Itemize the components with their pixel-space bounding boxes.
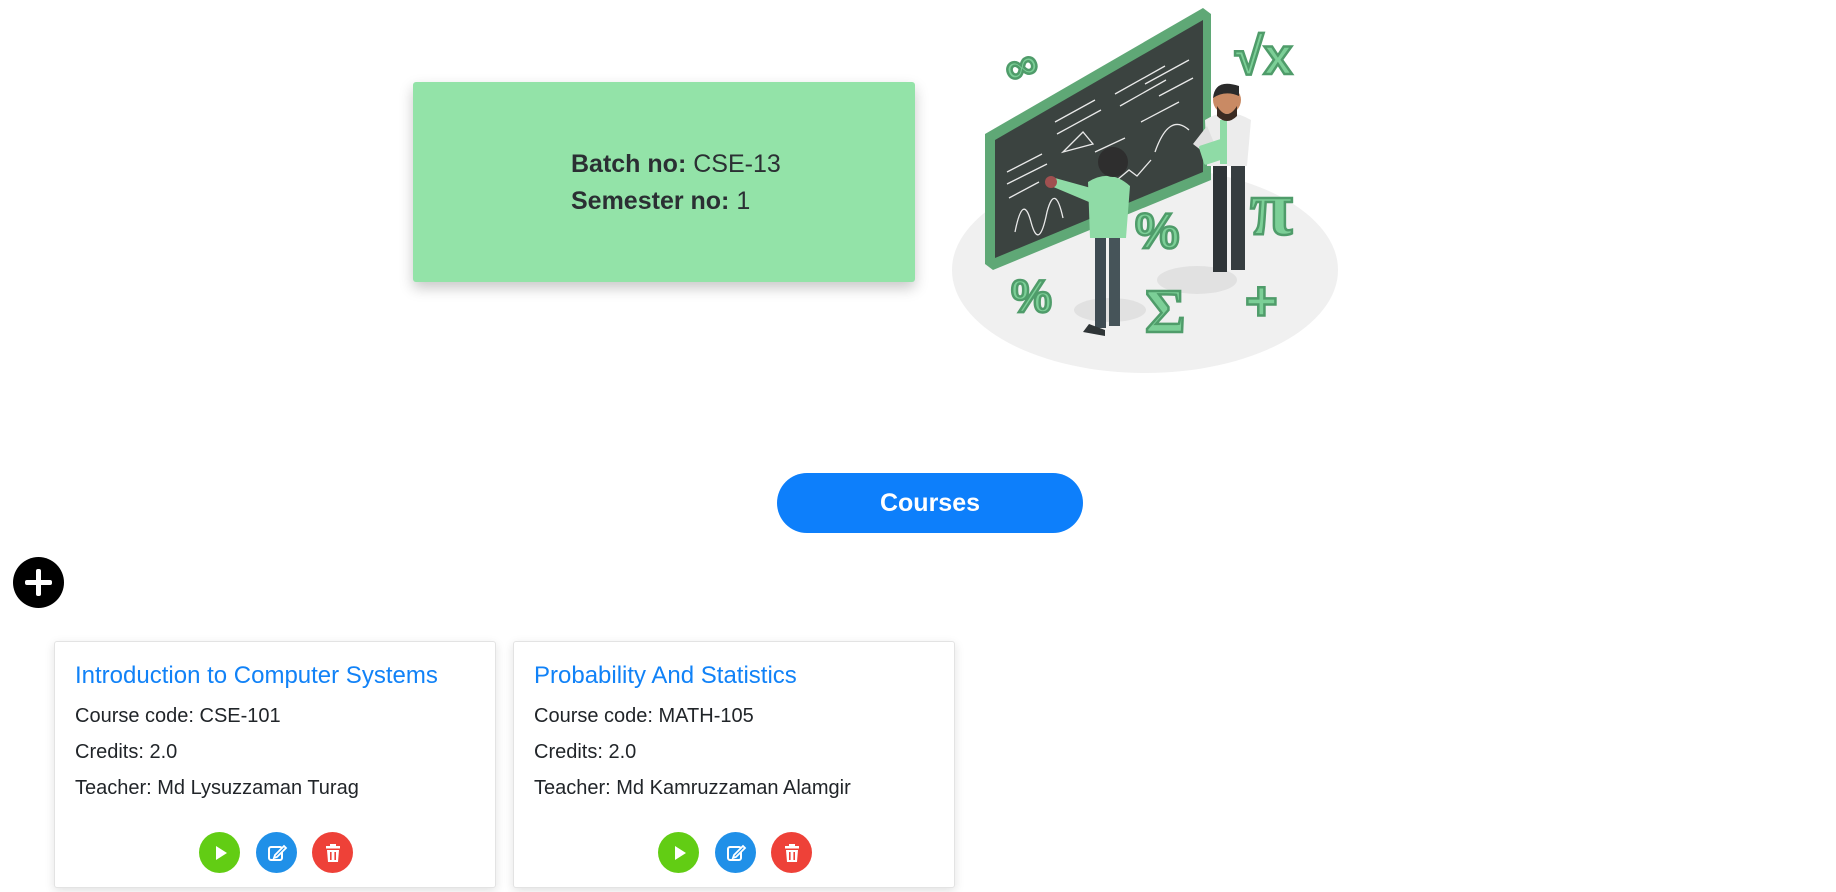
course-code: Course code: MATH-105 (534, 705, 754, 727)
edit-course-button[interactable] (256, 832, 297, 873)
edit-course-button[interactable] (715, 832, 756, 873)
start-course-button[interactable] (199, 832, 240, 873)
play-icon (674, 845, 686, 860)
batch-value: CSE-13 (693, 150, 781, 178)
svg-text:%: % (1011, 270, 1052, 322)
svg-text:Σ: Σ (1145, 278, 1186, 346)
svg-text:%: % (1135, 203, 1179, 259)
semester-label: Semester no: (571, 187, 730, 215)
delete-course-button[interactable] (312, 832, 353, 873)
courses-button[interactable]: Courses (777, 473, 1083, 533)
svg-text:∞: ∞ (997, 35, 1046, 95)
svg-text:+: + (1245, 269, 1278, 332)
batch-line: Batch no: CSE-13 (571, 146, 915, 183)
course-teacher: Teacher: Md Kamruzzaman Alamgir (534, 777, 851, 799)
batch-info-card: Batch no: CSE-13 Semester no: 1 (413, 82, 915, 282)
course-title-link[interactable]: Probability And Statistics (534, 662, 797, 690)
edit-icon (267, 844, 287, 861)
trash-icon (325, 843, 340, 862)
start-course-button[interactable] (658, 832, 699, 873)
course-credits: Credits: 2.0 (75, 741, 178, 763)
delete-course-button[interactable] (771, 832, 812, 873)
teachers-at-chalkboard-illustration: ∞ √x π % Σ + % (952, 8, 1338, 373)
course-actions (514, 832, 954, 874)
trash-icon (784, 843, 799, 862)
course-card: Introduction to Computer Systems Course … (54, 641, 496, 888)
course-credits: Credits: 2.0 (534, 741, 637, 763)
batch-label: Batch no: (571, 150, 687, 178)
course-title-link[interactable]: Introduction to Computer Systems (75, 662, 438, 690)
course-teacher: Teacher: Md Lysuzzaman Turag (75, 777, 359, 799)
course-actions (55, 832, 495, 874)
edit-icon (726, 844, 746, 861)
play-icon (215, 845, 227, 860)
course-code: Course code: CSE-101 (75, 705, 281, 727)
semester-value: 1 (736, 187, 751, 215)
svg-text:√x: √x (1235, 28, 1293, 86)
course-card: Probability And Statistics Course code: … (513, 641, 955, 888)
semester-line: Semester no: 1 (571, 183, 915, 220)
add-course-button[interactable] (13, 557, 64, 608)
svg-text:π: π (1250, 164, 1293, 251)
